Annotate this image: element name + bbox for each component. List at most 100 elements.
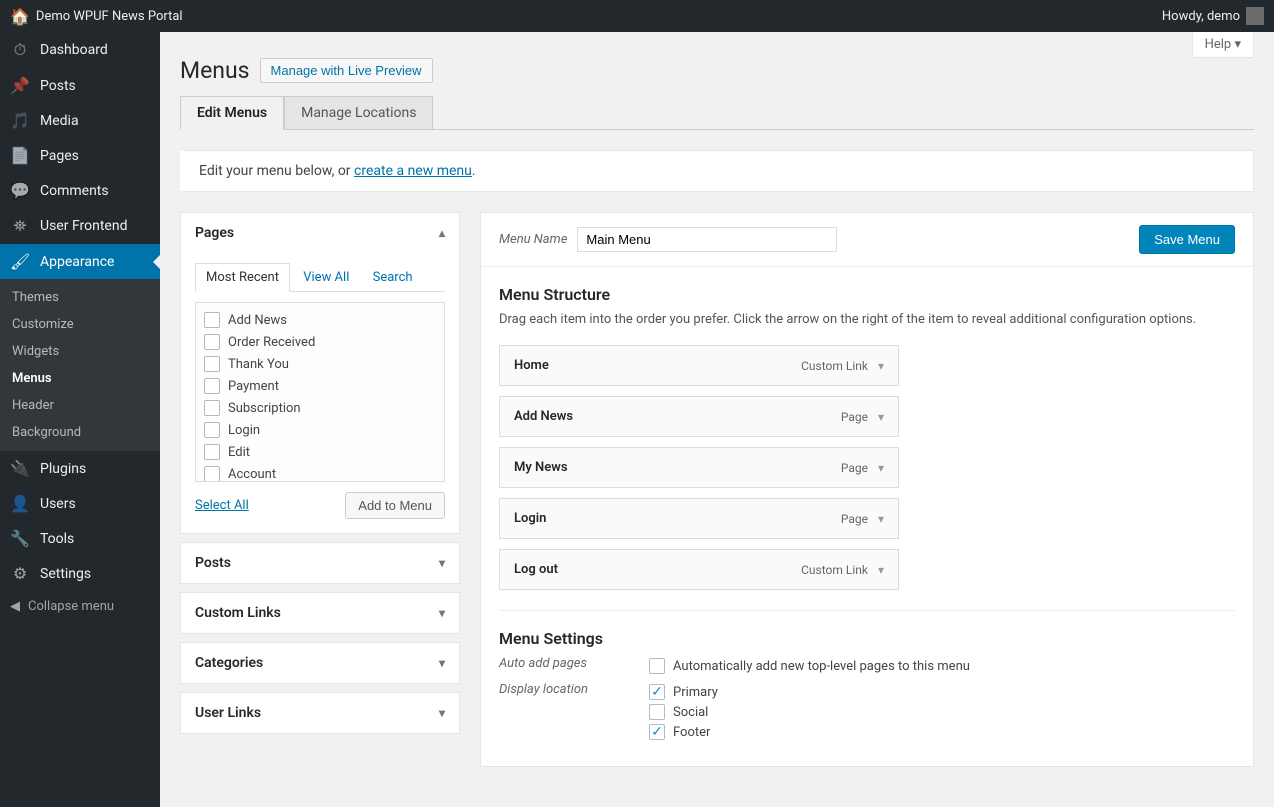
subtab-view-all[interactable]: View All [293,264,359,291]
topbar-user[interactable]: Howdy, demo [1162,7,1264,25]
location-checkbox[interactable]: ✓ [649,724,665,740]
sidebar-item-dashboard[interactable]: ⏱Dashboard [0,32,160,68]
sidebar-sub-header[interactable]: Header [0,392,160,419]
page-label: Add News [228,313,287,328]
add-items-column: Pages ▴ Most Recent View All Search Add … [180,212,460,742]
accordion-posts[interactable]: Posts▾ [181,543,459,583]
caret-down-icon: ▾ [439,556,445,570]
sidebar-sub-widgets[interactable]: Widgets [0,338,160,365]
location-checkbox[interactable] [649,704,665,720]
menu-item-label: My News [514,460,568,475]
caret-down-icon: ▾ [878,563,884,577]
location-label: Footer [673,725,710,740]
sidebar-item-appearance[interactable]: 🖌Appearance [0,244,160,279]
menu-item-type: Page [841,410,868,424]
sidebar-item-media[interactable]: 🎵Media [0,103,160,138]
caret-up-icon: ▴ [439,226,445,240]
page-label: Payment [228,379,279,394]
edit-notice: Edit your menu below, or create a new me… [180,150,1254,192]
sidebar-sub-customize[interactable]: Customize [0,311,160,338]
location-label: Social [673,705,708,720]
caret-down-icon: ▾ [878,461,884,475]
sidebar-item-user-frontend[interactable]: ⛯User Frontend [0,208,160,244]
save-menu-button[interactable]: Save Menu [1139,225,1235,254]
page-checkbox[interactable] [204,356,220,372]
add-to-menu-button[interactable]: Add to Menu [345,492,445,519]
accordion-custom-links[interactable]: Custom Links▾ [181,593,459,633]
menu-item-label: Add News [514,409,573,424]
page-label: Account [228,467,276,482]
page-label: Order Received [228,335,315,350]
sidebar-item-plugins[interactable]: 🔌Plugins [0,451,160,486]
page-checkbox[interactable] [204,466,220,482]
sidebar-item-tools[interactable]: 🔧Tools [0,521,160,556]
sidebar-sub-themes[interactable]: Themes [0,284,160,311]
sidebar-item-pages[interactable]: 📄Pages [0,138,160,173]
page-title: Menus [180,57,250,84]
page-label: Thank You [228,357,289,372]
sidebar-icon: 🔌 [10,459,30,478]
page-checkbox[interactable] [204,444,220,460]
menu-item[interactable]: Log outCustom Link▾ [499,549,899,590]
page-check-row: Thank You [202,353,438,375]
sidebar-item-settings[interactable]: ⚙Settings [0,556,160,591]
caret-down-icon: ▾ [1234,37,1241,52]
sidebar-item-comments[interactable]: 💬Comments [0,173,160,208]
accordion-categories[interactable]: Categories▾ [181,643,459,683]
page-check-row: Payment [202,375,438,397]
menu-item[interactable]: Add News Page ▾ [499,396,899,437]
location-label: Primary [673,685,718,700]
sidebar-icon: 📄 [10,146,30,165]
accordion-user-links[interactable]: User Links▾ [181,693,459,733]
caret-down-icon: ▾ [878,410,884,424]
sidebar-sub-menus[interactable]: Menus [0,365,160,392]
pages-panel-header[interactable]: Pages ▴ [181,213,459,253]
menu-item-type: Page [841,461,868,475]
help-tab[interactable]: Help ▾ [1192,32,1254,58]
page-label: Subscription [228,401,301,416]
tab-edit-menus[interactable]: Edit Menus [180,96,284,130]
create-menu-link[interactable]: create a new menu [354,163,472,179]
menu-name-input[interactable] [577,227,837,252]
pages-checklist[interactable]: Add News Order Received Thank You Payment Su… [195,302,445,482]
page-checkbox[interactable] [204,378,220,394]
page-checkbox[interactable] [204,422,220,438]
display-location-label: Display location [499,682,649,697]
auto-add-checkbox[interactable] [649,658,665,674]
page-checkbox[interactable] [204,312,220,328]
admin-topbar: 🏠 Demo WPUF News Portal Howdy, demo [0,0,1274,32]
caret-down-icon: ▾ [439,606,445,620]
page-checkbox[interactable] [204,334,220,350]
menu-name-label: Menu Name [499,232,567,247]
sidebar-sub-background[interactable]: Background [0,419,160,446]
select-all-link[interactable]: Select All [195,498,249,513]
page-label: Edit [228,445,250,460]
sidebar-item-posts[interactable]: 📌Posts [0,68,160,103]
location-checkbox[interactable]: ✓ [649,684,665,700]
live-preview-button[interactable]: Manage with Live Preview [260,58,433,83]
topbar-site[interactable]: 🏠 Demo WPUF News Portal [10,7,183,26]
menu-item[interactable]: HomeCustom Link▾ [499,345,899,386]
subtab-search[interactable]: Search [363,264,423,291]
auto-add-label: Auto add pages [499,656,649,671]
menu-item-type: Custom Link [801,359,868,373]
menu-item[interactable]: LoginPage▾ [499,498,899,539]
caret-down-icon: ▾ [439,706,445,720]
page-checkbox[interactable] [204,400,220,416]
page-check-row: Add News [202,309,438,331]
site-name: Demo WPUF News Portal [36,9,183,24]
admin-sidebar: ⏱Dashboard📌Posts🎵Media📄Pages💬Comments⛯Us… [0,32,160,807]
home-icon: 🏠 [10,7,30,26]
caret-down-icon: ▾ [439,656,445,670]
sidebar-item-users[interactable]: 👤Users [0,486,160,521]
menu-item-type: Custom Link [801,563,868,577]
page-check-row: Account [202,463,438,482]
subtab-most-recent[interactable]: Most Recent [195,263,290,292]
tab-manage-locations[interactable]: Manage Locations [284,96,433,129]
menu-item[interactable]: My News Page ▾ [499,447,899,488]
settings-heading: Menu Settings [499,629,1235,648]
avatar [1246,7,1264,25]
menu-item-label: Login [514,511,546,526]
page-check-row: Login [202,419,438,441]
collapse-menu[interactable]: ◀Collapse menu [0,591,160,622]
